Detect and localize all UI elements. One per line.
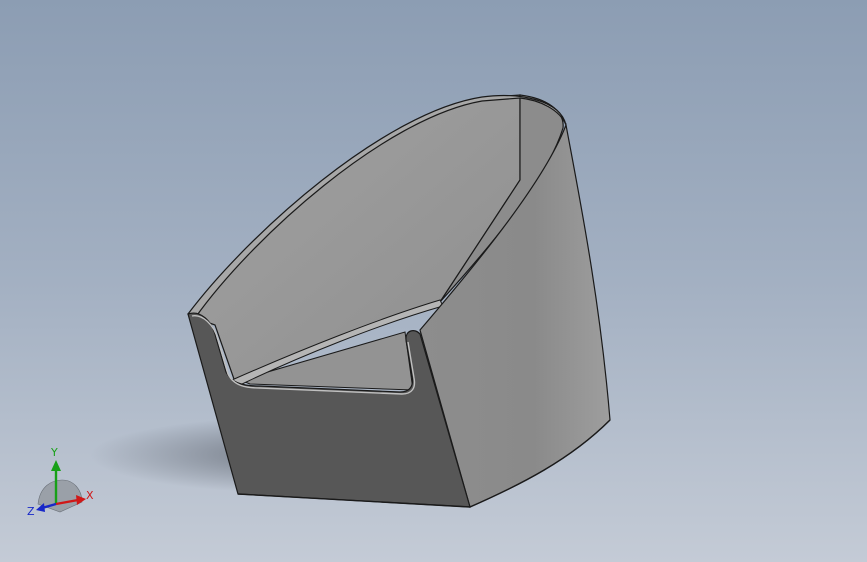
x-axis-label: X <box>86 489 94 502</box>
z-axis-label: Z <box>27 505 35 518</box>
model-3d-view[interactable] <box>0 0 867 562</box>
y-axis-arrow <box>51 460 61 471</box>
y-axis-label: Y <box>50 446 58 459</box>
orientation-triad[interactable]: Y X Z <box>22 444 102 524</box>
graphics-viewport[interactable]: Y X Z <box>0 0 867 562</box>
